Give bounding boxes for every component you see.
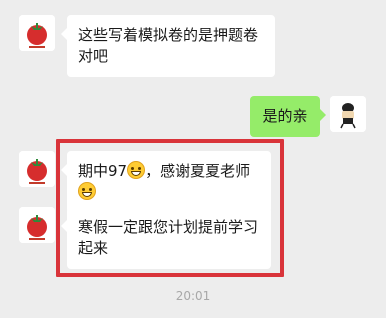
message-bubble-self[interactable]: 是的亲 (250, 96, 326, 137)
contact-avatar[interactable] (19, 151, 55, 187)
contact-avatar[interactable] (19, 15, 55, 51)
timestamp: 20:01 (175, 289, 211, 303)
message-text: 这些写着模拟卷的是押题卷对吧 (78, 26, 259, 65)
message-text: 是的亲 (262, 107, 308, 125)
cartoon-figure-icon (330, 96, 366, 132)
tomato-logo-icon (19, 151, 55, 187)
self-avatar[interactable] (330, 96, 366, 132)
message-bubble[interactable]: 这些写着模拟卷的是押题卷对吧 (61, 15, 275, 77)
tomato-logo-icon (19, 15, 55, 51)
contact-avatar[interactable] (19, 207, 55, 243)
tomato-logo-icon (19, 207, 55, 243)
highlight-box (56, 139, 284, 277)
